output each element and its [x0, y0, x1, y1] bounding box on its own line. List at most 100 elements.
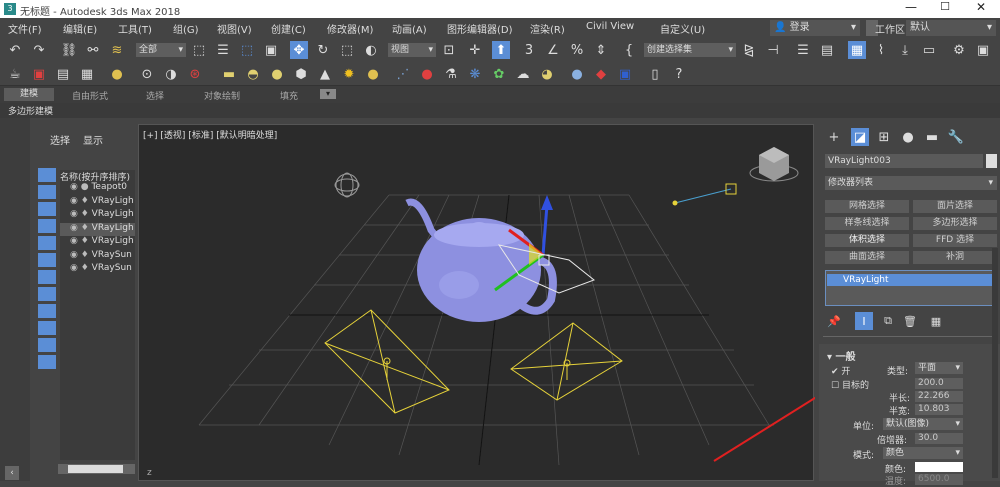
vray-ambient-light-icon[interactable]: ▲ — [316, 65, 334, 83]
mod-button[interactable]: 网格选择 — [825, 200, 909, 213]
menu-create[interactable]: 创建(C) — [271, 21, 306, 36]
vray-plane-light-icon[interactable]: ▬ — [220, 65, 238, 83]
rollout-title[interactable]: ▾ 一般 — [827, 348, 856, 363]
vray-sun-light-icon[interactable]: ✹ — [340, 65, 358, 83]
vray-sun-icon[interactable]: ⊛ — [186, 65, 204, 83]
spinner-snap-icon[interactable]: ⇕ — [592, 41, 610, 59]
rotate-icon[interactable]: ↻ — [314, 41, 332, 59]
vray-light-icon[interactable]: ● — [108, 65, 126, 83]
undo-icon[interactable]: ↶ — [6, 41, 24, 59]
ribbon-tab-freeform[interactable]: 自由形式 — [72, 89, 108, 102]
scrollbar-thumb[interactable] — [68, 465, 123, 473]
list-item[interactable]: ◉ ♦ VRayLigh — [60, 236, 135, 250]
vray-sky-icon[interactable]: ● — [364, 65, 382, 83]
filter-hidden-icon[interactable] — [38, 355, 56, 369]
menu-civil-view[interactable]: Civil View — [586, 21, 634, 32]
filter-bones-icon[interactable] — [38, 304, 56, 318]
unlink-icon[interactable]: ⚯ — [84, 41, 102, 59]
horizontal-scrollbar[interactable] — [58, 464, 135, 474]
curve-editor-icon[interactable]: ⌇ — [872, 41, 890, 59]
viewcube[interactable] — [749, 147, 799, 182]
expand-icon[interactable]: ‹ — [5, 466, 19, 480]
pivot-center-icon[interactable]: ⊡ — [440, 41, 458, 59]
utilities-tab-icon[interactable]: 🔧 — [947, 128, 965, 146]
rectangular-selection-icon[interactable]: ⬚ — [238, 41, 256, 59]
units-dropdown[interactable]: 默认(图像) ▾ — [883, 418, 963, 430]
remove-modifier-icon[interactable]: 🗑 — [901, 312, 919, 330]
menu-view[interactable]: 视图(V) — [217, 21, 252, 36]
select-manipulate-icon[interactable]: ✛ — [466, 41, 484, 59]
ribbon-tab-populate[interactable]: 填充 — [280, 89, 298, 102]
layer-explorer-icon[interactable]: ☰ — [794, 41, 812, 59]
filter-shapes-icon[interactable] — [38, 185, 56, 199]
toggle-ribbon-icon[interactable]: ▤ — [818, 41, 836, 59]
pin-stack-icon[interactable]: 📌 — [825, 312, 843, 330]
snap-toggle-icon[interactable]: 3 — [520, 41, 538, 59]
maximize-icon[interactable]: ☐ — [930, 0, 960, 18]
vray-material-icon[interactable]: ● — [568, 65, 586, 83]
link-icon[interactable]: ⛓ — [60, 41, 78, 59]
type-dropdown[interactable]: 平面 ▾ — [915, 362, 963, 374]
filter-lights-icon[interactable] — [38, 202, 56, 216]
redo-icon[interactable]: ↷ — [30, 41, 48, 59]
create-tab-icon[interactable]: + — [825, 128, 843, 146]
vray-batch-icon[interactable]: ▦ — [78, 65, 96, 83]
modifier-list-dropdown[interactable]: 修改器列表 ▾ — [825, 176, 997, 190]
make-unique-icon[interactable]: ⧉ — [879, 312, 897, 330]
menu-edit[interactable]: 编辑(E) — [63, 21, 97, 36]
hierarchy-tab-icon[interactable]: ⊞ — [875, 128, 893, 146]
angle-snap-icon[interactable]: ∠ — [544, 41, 562, 59]
ribbon-tab-selection[interactable]: 选择 — [146, 89, 164, 102]
list-item[interactable]: ◉ ♦ VRaySun — [60, 263, 135, 277]
reference-coordinate-dropdown[interactable]: 视图 ▾ — [388, 43, 436, 57]
vray-proxy-icon[interactable]: ⋰ — [394, 65, 412, 83]
percent-snap-icon[interactable]: % — [568, 41, 586, 59]
configure-modifier-sets-icon[interactable]: ▦ — [927, 312, 945, 330]
vray-plane-light-right[interactable] — [510, 322, 623, 401]
eye-icon[interactable]: ◉ ♦ — [70, 250, 89, 260]
command-scrollbar[interactable] — [992, 248, 998, 478]
eye-icon[interactable]: ◉ ♦ — [70, 196, 89, 206]
multiplier-spinner[interactable]: 30.0 — [915, 433, 963, 444]
vray-camera-icon[interactable]: ⊙ — [138, 65, 156, 83]
named-selection-dropdown[interactable]: 创建选择集 ▾ — [644, 43, 736, 57]
keyboard-shortcut-override-icon[interactable]: ⬆ — [492, 41, 510, 59]
scene-list-header[interactable]: 名称(按升序排序) — [60, 170, 135, 183]
vray-plane-light-left[interactable] — [324, 309, 450, 414]
mod-button[interactable]: 多边形选择 — [913, 217, 997, 230]
mode-dropdown[interactable]: 颜色 ▾ — [883, 447, 963, 459]
render-setup-icon[interactable]: ⚙ — [950, 41, 968, 59]
list-item[interactable]: ◉ ● Teapot0 — [60, 182, 135, 196]
align-icon[interactable]: ⊣ — [764, 41, 782, 59]
modify-tab-icon[interactable]: ◪ — [851, 128, 869, 146]
vray-sphere-icon[interactable]: ● — [418, 65, 436, 83]
move-icon[interactable]: ✥ — [290, 41, 308, 59]
eye-icon[interactable]: ◉ ● — [70, 182, 89, 192]
motion-tab-icon[interactable]: ● — [899, 128, 917, 146]
ribbon-options-icon[interactable]: ▾ — [320, 89, 336, 99]
filter-xrefs-icon[interactable] — [38, 287, 56, 301]
filter-frozen-icon[interactable] — [38, 338, 56, 352]
scale-icon[interactable]: ⬚ — [338, 41, 356, 59]
mod-button[interactable]: 样条线选择 — [825, 217, 909, 230]
teapot-icon[interactable]: ☕ — [6, 65, 24, 83]
half-length-spinner[interactable]: 22.266 — [915, 391, 963, 402]
ribbon-polygon-modeling[interactable]: 多边形建模 — [8, 104, 53, 117]
selection-filter-dropdown[interactable]: 全部 ▾ — [136, 43, 186, 57]
scene-tab-select[interactable]: 选择 — [50, 132, 70, 147]
select-object-icon[interactable]: ⬚ — [190, 41, 208, 59]
vray-scatter-icon[interactable]: ✿ — [490, 65, 508, 83]
mod-button[interactable]: 曲面选择 — [825, 251, 909, 264]
menu-modifiers[interactable]: 修改器(M) — [327, 21, 373, 36]
filter-containers-icon[interactable] — [38, 321, 56, 335]
display-tab-icon[interactable]: ▬ — [923, 128, 941, 146]
vray-dome-icon[interactable]: ◑ — [162, 65, 180, 83]
material-editor-icon[interactable]: ▭ — [920, 41, 938, 59]
viewport-perspective[interactable]: [+] [透视] [标准] [默认明暗处理] z — [138, 124, 815, 481]
schematic-view-icon[interactable]: ⤓ — [896, 41, 914, 59]
close-icon[interactable]: ✕ — [966, 0, 996, 18]
menu-customize[interactable]: 自定义(U) — [660, 21, 705, 36]
place-icon[interactable]: ◐ — [362, 41, 380, 59]
menu-file[interactable]: 文件(F) — [8, 21, 42, 36]
vray-vfb-icon[interactable]: ▣ — [616, 65, 634, 83]
